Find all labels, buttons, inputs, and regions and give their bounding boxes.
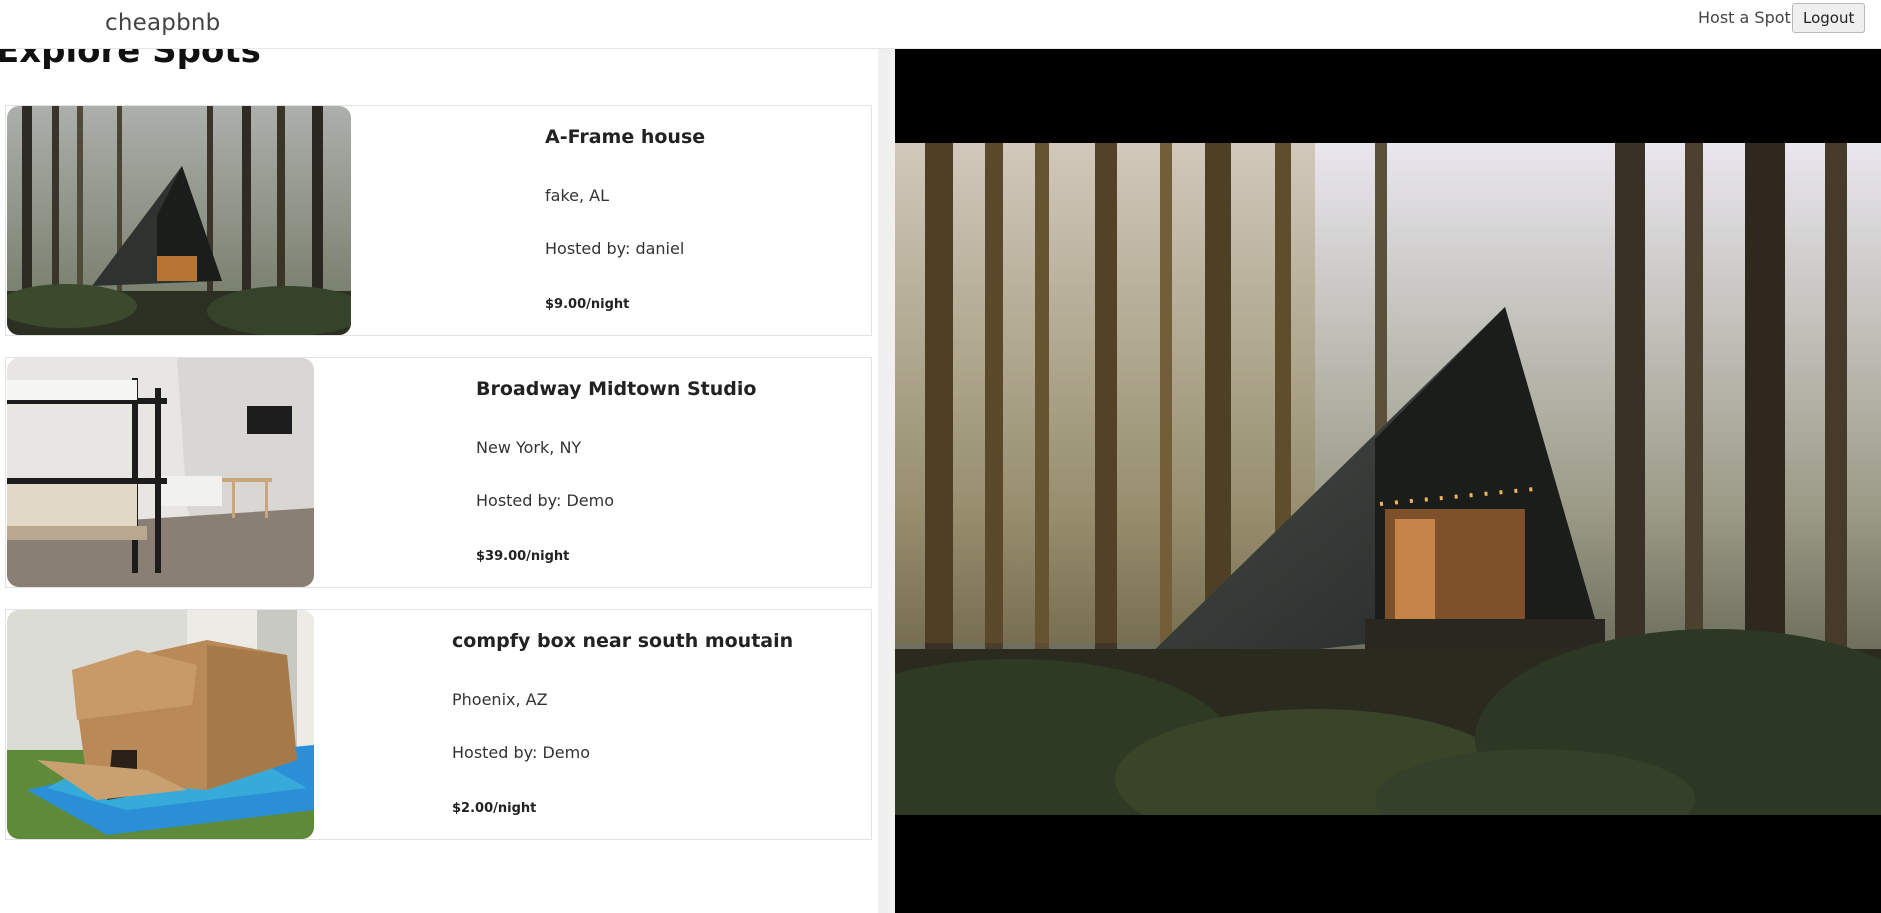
- navbar: cheapbnb Host a Spot Logout: [0, 0, 1881, 49]
- spot-preview-pane: [895, 49, 1881, 913]
- brand-logo[interactable]: cheapbnb: [105, 10, 220, 36]
- a-frame-cabin-photo: [7, 106, 351, 335]
- spot-host: Hosted by: Demo: [452, 743, 590, 762]
- spot-location: Phoenix, AZ: [452, 690, 548, 709]
- pane-divider: [878, 49, 895, 913]
- spot-photo[interactable]: [7, 106, 351, 335]
- spot-photo[interactable]: [7, 610, 314, 839]
- logout-button[interactable]: Logout: [1792, 3, 1866, 33]
- spot-price: $2.00/night: [452, 801, 537, 816]
- spot-price: $9.00/night: [545, 297, 630, 312]
- spot-location: New York, NY: [476, 438, 582, 457]
- spot-card[interactable]: compfy box near south moutain Phoenix, A…: [5, 609, 872, 840]
- spot-photo[interactable]: [7, 358, 314, 587]
- spot-name[interactable]: compfy box near south moutain: [452, 630, 793, 652]
- page-title: Explore Spots: [0, 49, 261, 71]
- studio-room-photo: [7, 358, 314, 587]
- spot-card[interactable]: A-Frame house fake, AL Hosted by: daniel…: [5, 105, 872, 336]
- spot-price: $39.00/night: [476, 549, 570, 564]
- a-frame-cabin-large-photo: [895, 49, 1881, 913]
- spot-location: fake, AL: [545, 186, 610, 205]
- spot-host: Hosted by: Demo: [476, 491, 614, 510]
- spot-name[interactable]: Broadway Midtown Studio: [476, 378, 756, 400]
- spot-host: Hosted by: daniel: [545, 239, 685, 258]
- cardboard-box-photo: [7, 610, 314, 839]
- host-a-spot-link[interactable]: Host a Spot: [1698, 8, 1791, 27]
- spots-list-pane[interactable]: Explore Spots A-Frame house fake, AL Hos…: [0, 49, 878, 913]
- spot-card[interactable]: Broadway Midtown Studio New York, NY Hos…: [5, 357, 872, 588]
- spot-name[interactable]: A-Frame house: [545, 126, 705, 148]
